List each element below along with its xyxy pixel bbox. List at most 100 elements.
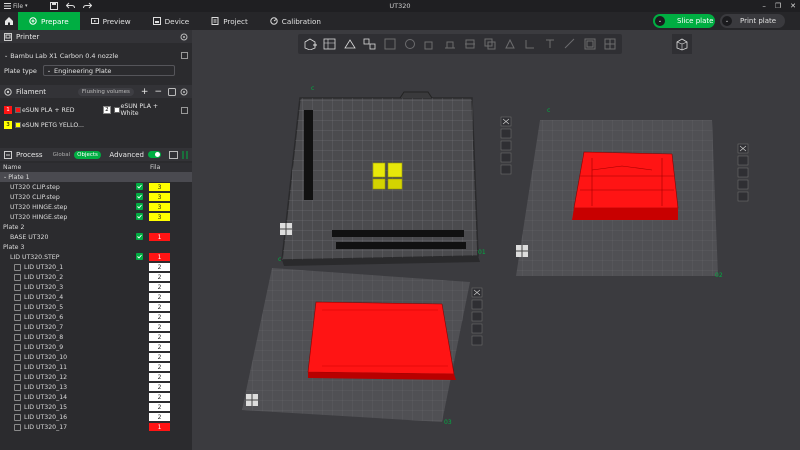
filament-cell[interactable]: 2: [149, 373, 170, 381]
object-row[interactable]: LID UT320_6 2: [0, 312, 192, 322]
lock-plate-icon[interactable]: [500, 152, 512, 163]
object-row[interactable]: LID UT320_8 2: [0, 332, 192, 342]
object-row[interactable]: UT320 HINGE.step 3: [0, 212, 192, 222]
object-row[interactable]: LID UT320_4 2: [0, 292, 192, 302]
cut-tool[interactable]: [460, 34, 480, 54]
remove-filament-icon[interactable]: −: [154, 87, 162, 97]
slice-dropdown-icon[interactable]: ⌄: [655, 16, 665, 26]
print-dropdown-icon[interactable]: ⌄: [722, 16, 732, 26]
filament-cell[interactable]: 2: [149, 353, 170, 361]
gear-icon[interactable]: [180, 33, 188, 41]
part-checkbox[interactable]: [14, 303, 21, 311]
tab-prepare[interactable]: Prepare: [18, 12, 80, 30]
part-checkbox[interactable]: [14, 353, 21, 361]
color-paint-tool[interactable]: [580, 34, 600, 54]
part-checkbox[interactable]: [14, 273, 21, 281]
plates-canvas[interactable]: 01 c 02 c 03 c: [192, 30, 800, 450]
part-checkbox[interactable]: [14, 323, 21, 331]
plate-group-row[interactable]: ⌄ Plate 1: [0, 172, 192, 182]
restore-icon[interactable]: ❐: [775, 2, 781, 10]
filament-cell[interactable]: 2: [149, 363, 170, 371]
lock-plate-icon[interactable]: [737, 179, 749, 190]
orient-button[interactable]: [340, 34, 360, 54]
plate-settings-icon[interactable]: [737, 191, 749, 202]
tab-device[interactable]: Device: [142, 12, 201, 30]
plate-3[interactable]: 03 c: [242, 256, 470, 426]
arrange-plate-icon[interactable]: [500, 128, 512, 139]
orient-plate-icon[interactable]: [471, 311, 483, 322]
plate-1[interactable]: 01 c: [280, 85, 486, 266]
sync-icon[interactable]: [168, 87, 176, 96]
filament-item-1[interactable]: 1 eSUN PLA + RED: [4, 106, 100, 114]
arrange-plate-icon[interactable]: [737, 155, 749, 166]
filament-cell[interactable]: 1: [149, 253, 170, 261]
plate-group-row[interactable]: Plate 3: [0, 242, 192, 252]
filament-cell[interactable]: 1: [149, 423, 170, 431]
objects-toggle[interactable]: Objects: [74, 150, 101, 159]
orient-plate-icon[interactable]: [737, 167, 749, 178]
rotate-tool[interactable]: [400, 34, 420, 54]
column-fila-header[interactable]: Fila: [150, 164, 160, 171]
part-checkbox[interactable]: [14, 403, 21, 411]
slice-plate-button[interactable]: ⌄ Slice plate: [653, 14, 715, 28]
checkmark-icon[interactable]: [136, 183, 143, 190]
filament-cell[interactable]: 2: [149, 323, 170, 331]
gear-icon[interactable]: [180, 88, 188, 96]
part-checkbox[interactable]: [14, 363, 21, 371]
part-checkbox[interactable]: [14, 283, 21, 291]
plate-type-select[interactable]: ⌄ Engineering Plate: [42, 65, 175, 76]
filament-cell[interactable]: 2: [149, 383, 170, 391]
filament-cell[interactable]: 2: [149, 273, 170, 281]
checkmark-icon[interactable]: [136, 253, 143, 260]
object-row[interactable]: LID UT320.STEP 1: [0, 252, 192, 262]
compare-icon[interactable]: [169, 150, 178, 159]
orient-plate-icon[interactable]: [500, 140, 512, 151]
part-checkbox[interactable]: [14, 373, 21, 381]
filament-item-3[interactable]: 3 eSUN PETG YELLO...: [4, 121, 100, 129]
filament-cell[interactable]: 3: [149, 193, 170, 201]
filament-cell[interactable]: 2: [149, 333, 170, 341]
flushing-volumes-button[interactable]: Flushing volumes: [77, 87, 134, 96]
filament-cell[interactable]: 2: [149, 343, 170, 351]
object-row[interactable]: LID UT320_14 2: [0, 392, 192, 402]
lay-on-face-tool[interactable]: [440, 34, 460, 54]
filament-cell[interactable]: 2: [149, 413, 170, 421]
object-row[interactable]: LID UT320_11 2: [0, 362, 192, 372]
print-plate-button[interactable]: ⌄ Print plate: [720, 14, 785, 28]
filament-cell[interactable]: 2: [149, 293, 170, 301]
plate-group-row[interactable]: Plate 2: [0, 222, 192, 232]
assembly-tool[interactable]: [600, 34, 620, 54]
part-checkbox[interactable]: [14, 263, 21, 271]
boolean-tool[interactable]: [480, 34, 500, 54]
file-menu[interactable]: File ▾: [0, 3, 32, 10]
object-row[interactable]: LID UT320_3 2: [0, 282, 192, 292]
part-checkbox[interactable]: [14, 343, 21, 351]
close-icon[interactable]: ✕: [790, 2, 796, 10]
part-checkbox[interactable]: [14, 313, 21, 321]
model-lid-ut320[interactable]: [307, 301, 456, 380]
object-row[interactable]: LID UT320_17 1: [0, 422, 192, 432]
tab-preview[interactable]: Preview: [80, 12, 142, 30]
part-checkbox[interactable]: [14, 393, 21, 401]
edit-icon[interactable]: [181, 52, 188, 59]
filament-item-2[interactable]: 2 eSUN PLA + White: [103, 103, 189, 117]
column-name-header[interactable]: Name: [0, 164, 150, 171]
edit-icon[interactable]: [181, 106, 189, 114]
filament-cell[interactable]: 2: [149, 393, 170, 401]
plate-settings-icon[interactable]: [500, 164, 512, 175]
filament-cell[interactable]: 2: [149, 283, 170, 291]
printer-select[interactable]: ⌄ Bambu Lab X1 Carbon 0.4 nozzle: [4, 50, 188, 61]
checkmark-icon[interactable]: [136, 203, 143, 210]
model-base-ut320[interactable]: [572, 151, 679, 220]
minimize-icon[interactable]: –: [762, 2, 766, 10]
move-tool[interactable]: [380, 34, 400, 54]
add-plate-button[interactable]: [320, 34, 340, 54]
undo-button[interactable]: [62, 2, 79, 10]
lock-plate-icon[interactable]: [471, 323, 483, 334]
filament-cell[interactable]: 2: [149, 313, 170, 321]
text-tool[interactable]: [540, 34, 560, 54]
measure-tool[interactable]: [560, 34, 580, 54]
save-button[interactable]: [46, 2, 62, 10]
object-row[interactable]: LID UT320_16 2: [0, 412, 192, 422]
tab-calibration[interactable]: Calibration: [259, 12, 332, 30]
